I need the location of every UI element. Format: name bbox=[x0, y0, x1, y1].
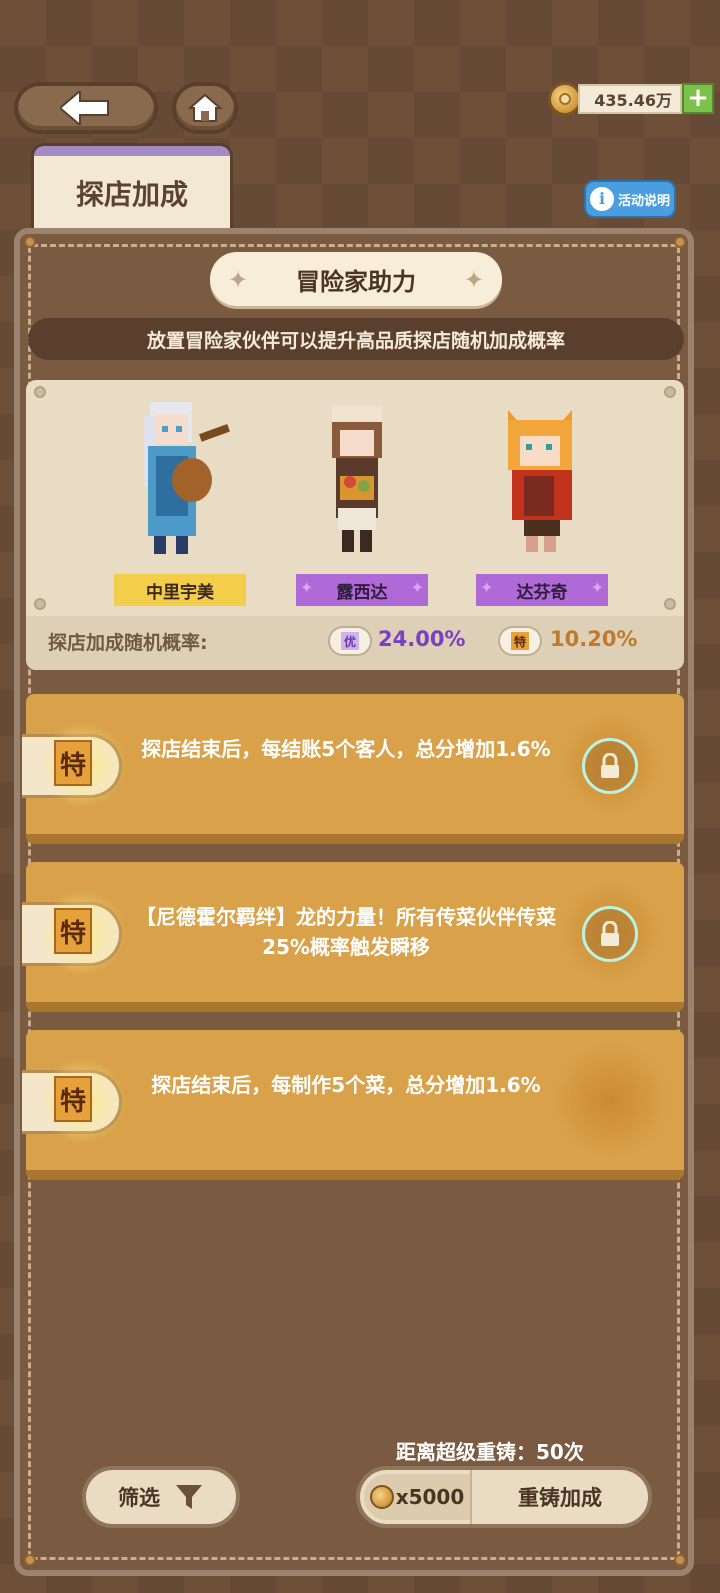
bonus-card-2[interactable]: 特 【尼德霍尔羁绊】龙的力量！所有传菜伙伴传菜25%概率触发瞬移 bbox=[22, 862, 684, 1012]
rivet bbox=[24, 236, 36, 248]
back-arrow-icon bbox=[60, 91, 109, 125]
grade-excellent-icon: 优 bbox=[341, 632, 359, 650]
adventurer-name-2-text: 露西达 bbox=[336, 582, 388, 603]
lock-button[interactable] bbox=[582, 738, 638, 794]
adventurer-name-3: ✦ 达芬奇 ✦ bbox=[476, 574, 608, 606]
super-reroll-counter: 距离超级重铸：50次 bbox=[396, 1440, 584, 1464]
bonus-text: 【尼德霍尔羁绊】龙的力量！所有传菜伙伴传菜25%概率触发瞬移 bbox=[136, 905, 556, 959]
rivet bbox=[664, 386, 676, 398]
grade-badge-excellent: 优 bbox=[328, 626, 372, 656]
filter-button[interactable]: 筛选 bbox=[82, 1466, 240, 1528]
bonus-card-1[interactable]: 特 探店结束后，每结账5个客人，总分增加1.6% bbox=[22, 694, 684, 844]
adventurer-name-2: ✦ 露西达 ✦ bbox=[296, 574, 428, 606]
adventurer-sprite-2[interactable] bbox=[306, 396, 416, 566]
bonus-text: 探店结束后，每结账5个客人，总分增加1.6% bbox=[141, 737, 551, 761]
home-icon bbox=[188, 93, 222, 122]
filter-funnel-icon bbox=[176, 1485, 202, 1509]
info-icon: i bbox=[590, 187, 614, 211]
section-subtitle: 放置冒险家伙伴可以提升高品质探店随机加成概率 bbox=[28, 318, 684, 360]
currency-amount: 435.46万 bbox=[578, 84, 682, 114]
sparkle-icon: ✦ bbox=[480, 578, 494, 597]
add-currency-button[interactable]: + bbox=[682, 83, 714, 114]
reroll-bonus-button[interactable]: x5000 重铸加成 bbox=[356, 1466, 652, 1528]
grade-special-icon: 特 bbox=[54, 740, 92, 786]
rivet bbox=[24, 1554, 36, 1566]
adventurer-sprite-3[interactable] bbox=[488, 396, 598, 566]
rivet bbox=[34, 386, 46, 398]
coin-icon bbox=[369, 1485, 394, 1509]
activity-info-button[interactable]: i 活动说明 bbox=[584, 180, 676, 218]
tab-shop-bonus[interactable]: 探店加成 bbox=[34, 146, 230, 230]
lock-icon bbox=[601, 753, 619, 778]
currency-display: 435.46万 + bbox=[548, 82, 714, 116]
grade-special-icon: 特 bbox=[54, 1076, 92, 1122]
rate-special-value: 10.20% bbox=[550, 627, 638, 651]
rivet bbox=[674, 236, 686, 248]
sparkle-icon: ✦ bbox=[590, 578, 604, 597]
reroll-bonus-label: 重铸加成 bbox=[470, 1470, 648, 1524]
adventurer-name-1: 中里宇美 bbox=[114, 574, 246, 606]
rivet bbox=[674, 1554, 686, 1566]
adventurer-name-3-text: 达芬奇 bbox=[516, 582, 568, 603]
bonus-card-3[interactable]: 特 探店结束后，每制作5个菜，总分增加1.6% bbox=[22, 1030, 684, 1180]
rivet bbox=[34, 598, 46, 610]
filter-label: 筛选 bbox=[118, 1486, 160, 1510]
grade-special-icon: 特 bbox=[54, 908, 92, 954]
sparkle-icon: ✦ bbox=[410, 578, 424, 597]
grade-special-icon: 特 bbox=[511, 632, 529, 650]
lock-icon bbox=[601, 921, 619, 946]
rivet bbox=[664, 598, 676, 610]
bonus-text: 探店结束后，每制作5个菜，总分增加1.6% bbox=[151, 1073, 541, 1097]
activity-info-label: 活动说明 bbox=[618, 193, 671, 209]
section-title-text: 冒险家助力 bbox=[296, 267, 416, 296]
sparkle-icon: ✦ bbox=[228, 266, 249, 294]
rate-excellent-value: 24.00% bbox=[378, 627, 466, 651]
back-button[interactable] bbox=[14, 82, 158, 134]
sparkle-icon: ✦ bbox=[463, 266, 484, 294]
grade-badge-special: 特 bbox=[498, 626, 542, 656]
reroll-cost-text: x5000 bbox=[395, 1485, 465, 1509]
reroll-cost: x5000 bbox=[364, 1474, 470, 1520]
section-title: ✦ 冒险家助力 ✦ bbox=[210, 252, 502, 306]
adventurer-sprite-1[interactable] bbox=[126, 396, 236, 566]
lock-button[interactable] bbox=[582, 906, 638, 962]
rate-label: 探店加成随机概率: bbox=[48, 632, 208, 654]
coin-icon bbox=[548, 82, 582, 116]
sparkle-icon: ✦ bbox=[300, 578, 314, 597]
star-glow bbox=[546, 1030, 676, 1170]
home-button[interactable] bbox=[172, 82, 238, 134]
